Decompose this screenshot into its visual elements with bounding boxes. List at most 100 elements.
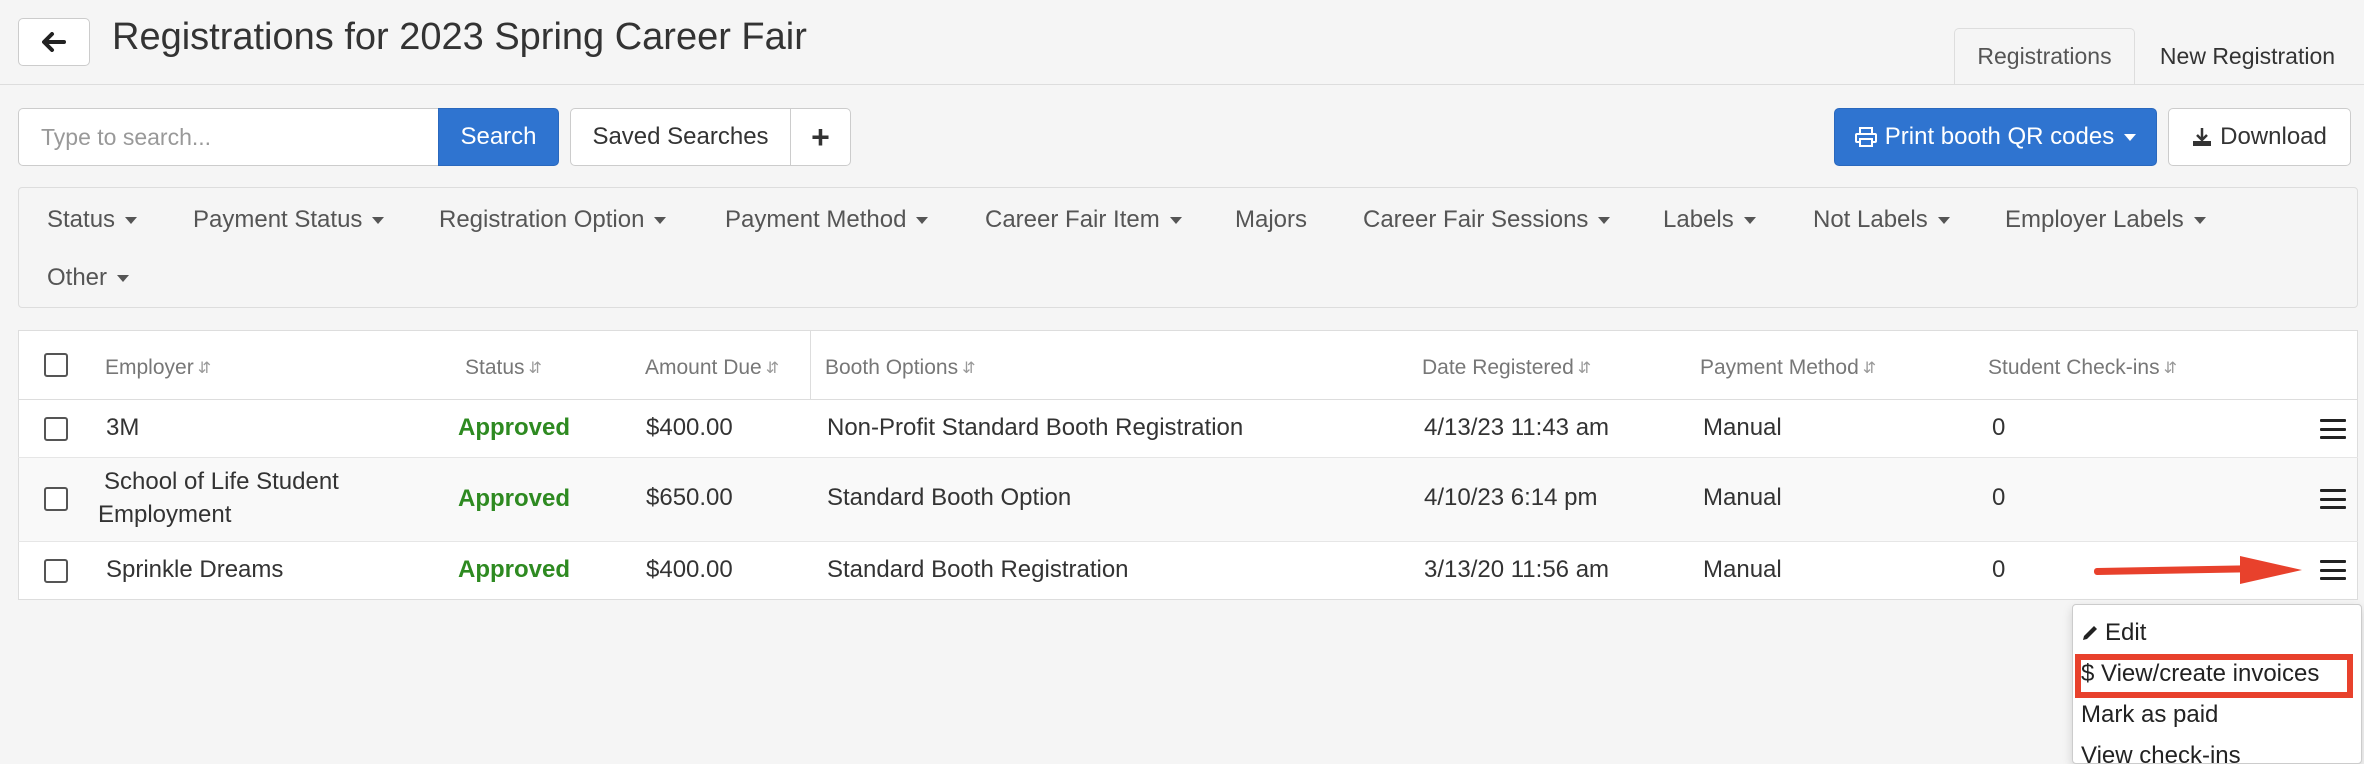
download-button[interactable]: Download [2168, 108, 2351, 166]
page-title: Registrations for 2023 Spring Career Fai… [112, 16, 807, 58]
search-button[interactable]: Search [438, 108, 559, 166]
employer-name[interactable]: Sprinkle Dreams [106, 556, 283, 584]
menu-item-mark-as-paid[interactable]: Mark as paid [2081, 701, 2218, 729]
row-checkbox[interactable] [44, 559, 68, 583]
column-header-status[interactable]: Status ⇵ [465, 356, 542, 380]
column-label: Amount Due [645, 356, 762, 379]
sort-icon: ⇵ [528, 360, 542, 377]
amount-due: $650.00 [646, 484, 733, 511]
plus-icon: + [811, 118, 830, 155]
filter-label: Career Fair Item [985, 206, 1160, 233]
status-badge: Approved [458, 414, 571, 441]
column-label: Payment Method [1700, 356, 1859, 379]
row-menu-icon[interactable] [2320, 489, 2346, 509]
annotation-highlight-box [2075, 654, 2353, 698]
back-button[interactable] [18, 18, 90, 66]
filter-majors[interactable]: Majors [1235, 206, 1307, 234]
column-header-student-check-ins[interactable]: Student Check-ins ⇵ [1988, 356, 2177, 380]
employer-name-line2[interactable]: Employment [98, 501, 231, 529]
row-checkbox[interactable] [44, 487, 68, 511]
filter-payment-method[interactable]: Payment Method [725, 206, 929, 234]
sort-icon: ⇵ [962, 360, 976, 377]
status-badge: Approved [458, 485, 571, 512]
date-registered: 3/13/20 11:56 am [1424, 556, 1610, 583]
filter-label: Other [47, 264, 108, 291]
column-label: Date Registered [1422, 356, 1574, 379]
column-header-employer[interactable]: Employer ⇵ [105, 356, 211, 380]
column-label: Student Check-ins [1988, 356, 2160, 379]
chevron-down-icon [372, 216, 385, 224]
filter-labels[interactable]: Labels [1663, 206, 1756, 234]
select-all-checkbox[interactable] [44, 353, 68, 377]
column-label: Booth Options [825, 356, 959, 379]
filter-panel: Status Payment Status Registration Optio… [18, 187, 2358, 308]
student-check-ins: 0 [1992, 484, 2006, 511]
payment-method: Manual [1703, 556, 1782, 583]
filter-label: Not Labels [1813, 206, 1928, 233]
menu-item-edit[interactable]: Edit [2081, 619, 2146, 647]
chevron-down-icon [916, 216, 929, 224]
chevron-down-icon [1169, 216, 1182, 224]
arrow-left-icon [42, 32, 66, 52]
row-menu-icon[interactable] [2320, 419, 2346, 439]
student-check-ins: 0 [1992, 556, 2006, 583]
filter-other[interactable]: Other [47, 264, 130, 292]
filter-label: Career Fair Sessions [1363, 206, 1589, 233]
column-header-date-registered[interactable]: Date Registered ⇵ [1422, 356, 1591, 380]
filter-label: Status [47, 206, 116, 233]
filter-employer-labels[interactable]: Employer Labels [2005, 206, 2206, 234]
filter-status[interactable]: Status [47, 206, 138, 234]
header-divider [0, 84, 2364, 85]
student-check-ins: 0 [1992, 414, 2006, 441]
booth-option: Non-Profit Standard Booth Registration [827, 414, 1244, 441]
filter-label: Registration Option [439, 206, 645, 233]
row-checkbox[interactable] [44, 417, 68, 441]
add-search-button[interactable]: + [790, 108, 851, 166]
chevron-down-icon [2193, 216, 2206, 224]
tab-new-registration[interactable]: New Registration [2140, 28, 2355, 85]
booth-option: Standard Booth Registration [827, 556, 1129, 583]
sort-icon: ⇵ [1577, 360, 1592, 377]
amount-due: $400.00 [646, 414, 733, 441]
menu-item-label: Mark as paid [2081, 701, 2219, 728]
filter-payment-status[interactable]: Payment Status [193, 206, 385, 234]
filter-registration-option[interactable]: Registration Option [439, 206, 667, 234]
column-header-amount-due[interactable]: Amount Due ⇵ [645, 356, 779, 380]
chevron-down-icon [125, 216, 138, 224]
sort-icon: ⇵ [2163, 360, 2177, 377]
filter-not-labels[interactable]: Not Labels [1813, 206, 1950, 234]
filter-label: Payment Status [193, 206, 363, 233]
column-header-booth-options[interactable]: Booth Options ⇵ [825, 356, 976, 380]
booth-option: Standard Booth Option [827, 484, 1072, 511]
row-menu-icon[interactable] [2320, 560, 2346, 580]
printer-icon [1854, 127, 1877, 147]
menu-item-label: Edit [2105, 619, 2147, 646]
chevron-down-icon [654, 216, 667, 224]
filter-label: Majors [1235, 206, 1308, 233]
date-registered: 4/13/23 11:43 am [1424, 414, 1610, 441]
annotation-arrow-head [2240, 556, 2302, 584]
filter-career-fair-item[interactable]: Career Fair Item [985, 206, 1182, 234]
filter-career-fair-sessions[interactable]: Career Fair Sessions [1363, 206, 1611, 234]
employer-name[interactable]: 3M [106, 414, 139, 442]
employer-name[interactable]: School of Life Student [104, 468, 339, 496]
column-label: Status [465, 356, 525, 379]
search-input[interactable] [18, 108, 440, 166]
filter-label: Labels [1663, 206, 1734, 233]
chevron-down-icon [1937, 216, 1950, 224]
sort-icon: ⇵ [765, 360, 780, 377]
sort-icon: ⇵ [197, 360, 212, 377]
chevron-down-icon [117, 274, 130, 282]
download-button-label: Download [2220, 123, 2327, 150]
print-button-label: Print booth QR codes [1884, 123, 2115, 150]
status-badge: Approved [458, 556, 571, 583]
chevron-down-icon [1743, 216, 1756, 224]
column-header-payment-method[interactable]: Payment Method ⇵ [1700, 356, 1876, 380]
menu-item-label: View check-ins [2081, 742, 2241, 764]
menu-item-view-check-ins[interactable]: View check-ins [2081, 742, 2241, 764]
print-booth-qr-button[interactable]: Print booth QR codes [1834, 108, 2157, 166]
download-icon [2193, 128, 2212, 146]
tab-registrations[interactable]: Registrations [1954, 28, 2135, 85]
amount-due: $400.00 [646, 556, 733, 583]
saved-searches-button[interactable]: Saved Searches [570, 108, 791, 166]
